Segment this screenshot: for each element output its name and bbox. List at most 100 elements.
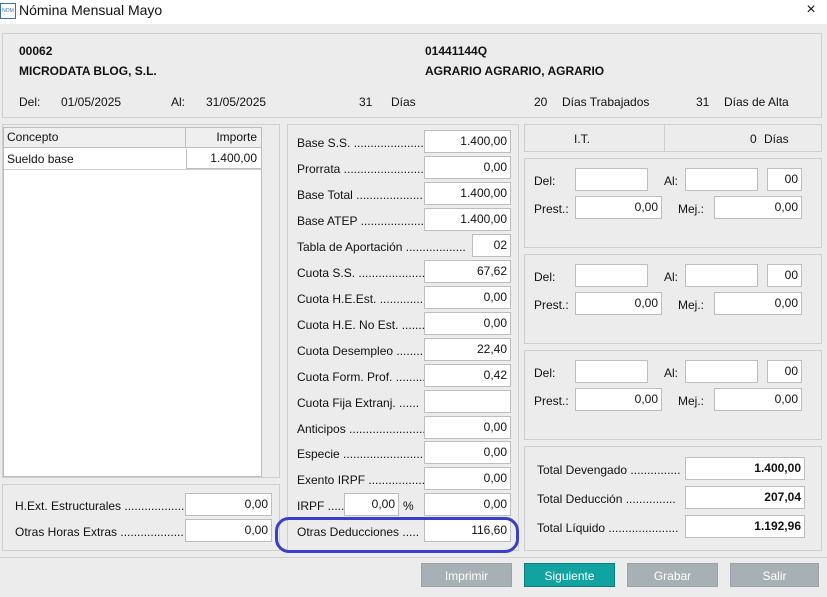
irpf-label: IRPF .......	[297, 499, 352, 513]
cuota-fija-label: Cuota Fija Extranj. ......	[297, 396, 420, 410]
al-label: Al:	[171, 95, 186, 109]
alta-days-count: 31	[696, 95, 710, 109]
it-divider	[664, 125, 665, 151]
exento-irpf-label: Exento IRPF ...................	[297, 473, 432, 487]
percent-sign: %	[403, 499, 414, 513]
concept-row-name[interactable]: Sueldo base	[7, 152, 74, 166]
employee-name: AGRARIO AGRARIO, AGRARIO	[425, 64, 605, 78]
concept-row-amount[interactable]: 1.400,00	[186, 149, 261, 169]
company-name: MICRODATA BLOG, S.L.	[19, 64, 157, 78]
cuota-ss-label: Cuota S.S. .......................	[297, 266, 436, 280]
concepts-table[interactable]	[3, 127, 262, 477]
worked-days-count: 20	[534, 95, 548, 109]
period-1-al-label: Al:	[664, 174, 679, 188]
irpf-field[interactable]: 0,00	[424, 493, 511, 516]
total-deduccion-label: Total Deducción ...............	[537, 492, 676, 506]
footer-divider	[0, 557, 827, 558]
worked-days-label: Días Trabajados	[562, 95, 650, 109]
period-2-prest-field[interactable]: 0,00	[575, 292, 662, 315]
period-3-num-field[interactable]: 00	[767, 360, 802, 383]
period-1-prest-label: Prest.:	[534, 202, 569, 216]
base-total-field[interactable]: 1.400,00	[424, 182, 511, 205]
total-deduccion-field[interactable]: 207,04	[685, 486, 805, 509]
especie-field[interactable]: 0,00	[424, 441, 511, 464]
prorrata-field[interactable]: 0,00	[424, 156, 511, 179]
period-2-al-label: Al:	[664, 270, 679, 284]
period-3-al-label: Al:	[664, 366, 679, 380]
amount-column-header[interactable]: Importe	[186, 128, 261, 148]
period-2-del-field[interactable]	[575, 264, 648, 287]
it-label: I.T.	[574, 132, 591, 146]
anticipos-field[interactable]: 0,00	[424, 416, 511, 439]
cuota-he-noest-label: Cuota H.E. No Est. ........	[297, 318, 429, 332]
other-hours-field[interactable]: 0,00	[185, 519, 272, 542]
cuota-form-label: Cuota Form. Prof. ..........	[297, 370, 430, 384]
cuota-he-est-label: Cuota H.E.Est. ..............	[297, 292, 427, 306]
employee-code: 01441144Q	[425, 44, 488, 58]
period-2-prest-label: Prest.:	[534, 298, 569, 312]
irpf-percent-field[interactable]: 0,00	[344, 493, 399, 516]
cuota-he-est-field[interactable]: 0,00	[424, 286, 511, 309]
structural-hours-field[interactable]: 0,00	[185, 493, 272, 516]
print-button[interactable]: Imprimir	[421, 563, 512, 587]
total-liquido-field[interactable]: 1.192,96	[685, 515, 805, 538]
it-days-label: Días	[764, 132, 789, 146]
base-atep-field[interactable]: 1.400,00	[424, 208, 511, 231]
cuota-he-noest-field[interactable]: 0,00	[424, 312, 511, 335]
especie-label: Especie ............................	[297, 447, 437, 461]
period-2-del-label: Del:	[534, 270, 556, 284]
period-3-del-field[interactable]	[575, 360, 648, 383]
base-ss-label: Base S.S. .........................	[297, 136, 438, 150]
period-3-prest-field[interactable]: 0,00	[575, 388, 662, 411]
cuota-ss-field[interactable]: 67,62	[424, 260, 511, 283]
del-label: Del:	[19, 95, 41, 109]
next-button[interactable]: Siguiente	[524, 563, 615, 587]
cuota-form-field[interactable]: 0,42	[424, 364, 511, 387]
it-days-count: 0	[750, 132, 757, 146]
alta-days-label: Días de Alta	[724, 95, 789, 109]
base-total-label: Base Total .......................	[297, 188, 433, 202]
other-hours-label: Otras Horas Extras ...................	[15, 525, 184, 539]
total-devengado-field[interactable]: 1.400,00	[685, 457, 805, 480]
concept-column-header[interactable]: Concepto	[4, 128, 186, 148]
cuota-desempleo-field[interactable]: 22,40	[424, 338, 511, 361]
cuota-desempleo-label: Cuota Desempleo ........	[297, 344, 424, 358]
highlight-outline	[275, 517, 519, 553]
period-end: 31/05/2025	[206, 95, 267, 109]
period-1-mej-field[interactable]: 0,00	[714, 196, 802, 219]
total-liquido-label: Total Líquido .....................	[537, 521, 679, 535]
exento-irpf-field[interactable]: 0,00	[424, 467, 511, 490]
tabla-aportacion-label: Tabla de Aportación ..................	[297, 240, 466, 254]
app-icon: NOM	[0, 3, 16, 19]
period-start: 01/05/2025	[61, 95, 122, 109]
period-3-al-field[interactable]	[685, 360, 758, 383]
period-3-mej-field[interactable]: 0,00	[714, 388, 802, 411]
days-count: 31	[359, 95, 373, 109]
period-1-mej-label: Mej.:	[678, 202, 705, 216]
period-3-prest-label: Prest.:	[534, 394, 569, 408]
save-button[interactable]: Grabar	[627, 563, 718, 587]
tabla-aportacion-field[interactable]: 02	[472, 234, 511, 257]
period-2-mej-field[interactable]: 0,00	[714, 292, 802, 315]
window-title: Nómina Mensual Mayo	[19, 2, 163, 18]
period-3-del-label: Del:	[534, 366, 556, 380]
company-code: 00062	[19, 44, 53, 58]
base-ss-field[interactable]: 1.400,00	[424, 130, 511, 153]
period-2-mej-label: Mej.:	[678, 298, 705, 312]
base-atep-label: Base ATEP ........................	[297, 214, 441, 228]
cuota-fija-field[interactable]	[424, 390, 511, 413]
period-1-del-field[interactable]	[575, 168, 648, 191]
period-3-mej-label: Mej.:	[678, 394, 705, 408]
structural-hours-label: H.Ext. Estructurales ..................	[15, 499, 185, 513]
period-1-num-field[interactable]: 00	[767, 168, 802, 191]
row-divider	[4, 169, 261, 170]
period-1-prest-field[interactable]: 0,00	[575, 196, 662, 219]
period-2-al-field[interactable]	[685, 264, 758, 287]
total-devengado-label: Total Devengado ...............	[537, 463, 681, 477]
days-label: Días	[391, 95, 416, 109]
exit-button[interactable]: Salir	[730, 563, 819, 587]
close-icon[interactable]: ×	[803, 1, 819, 19]
period-2-num-field[interactable]: 00	[767, 264, 802, 287]
period-1-al-field[interactable]	[685, 168, 758, 191]
period-1-del-label: Del:	[534, 174, 556, 188]
